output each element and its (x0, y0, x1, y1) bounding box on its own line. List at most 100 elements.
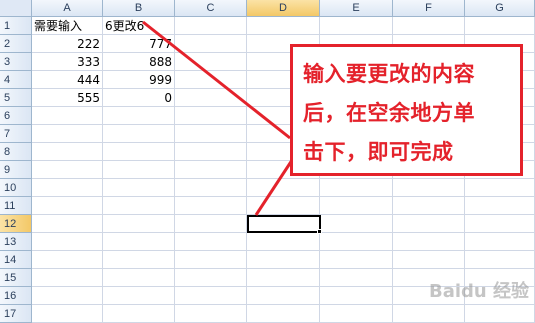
cell-a5[interactable]: 555 (32, 89, 103, 107)
cell[interactable] (103, 305, 175, 323)
cell[interactable] (103, 269, 175, 287)
cell[interactable] (103, 179, 175, 197)
cell-b2[interactable]: 777 (103, 35, 175, 53)
row-header[interactable]: 1 (0, 17, 32, 35)
cell[interactable] (465, 179, 535, 197)
cell[interactable] (103, 233, 175, 251)
cell[interactable] (175, 215, 247, 233)
cell[interactable] (465, 197, 535, 215)
cell-a1[interactable]: 需要输入 (32, 17, 103, 35)
row-header[interactable]: 16 (0, 287, 32, 305)
cell-a2[interactable]: 222 (32, 35, 103, 53)
cell[interactable] (393, 17, 465, 35)
cell[interactable] (175, 287, 247, 305)
cell[interactable] (175, 161, 247, 179)
row-header[interactable]: 2 (0, 35, 32, 53)
row-header[interactable]: 17 (0, 305, 32, 323)
row-header[interactable]: 4 (0, 71, 32, 89)
cell[interactable] (320, 269, 393, 287)
fill-handle[interactable] (317, 229, 322, 234)
cell[interactable] (103, 287, 175, 305)
cell[interactable] (175, 35, 247, 53)
cell[interactable] (32, 197, 103, 215)
cell[interactable] (175, 17, 247, 35)
row-header[interactable]: 14 (0, 251, 32, 269)
cell[interactable] (175, 107, 247, 125)
cell[interactable] (32, 233, 103, 251)
cell[interactable] (393, 251, 465, 269)
cell[interactable] (320, 305, 393, 323)
cell[interactable] (175, 53, 247, 71)
cell-a4[interactable]: 444 (32, 71, 103, 89)
cell-b1[interactable]: 6更改6 (103, 17, 175, 35)
cell[interactable] (465, 305, 535, 323)
row-header[interactable]: 5 (0, 89, 32, 107)
cell[interactable] (103, 251, 175, 269)
cell[interactable] (247, 305, 320, 323)
row-header[interactable]: 3 (0, 53, 32, 71)
cell[interactable] (393, 215, 465, 233)
cell[interactable] (175, 233, 247, 251)
cell[interactable] (175, 71, 247, 89)
cell[interactable] (320, 233, 393, 251)
cell[interactable] (32, 215, 103, 233)
cell[interactable] (247, 269, 320, 287)
cell[interactable] (32, 125, 103, 143)
cell[interactable] (32, 287, 103, 305)
column-header-c[interactable]: C (175, 0, 247, 17)
cell[interactable] (247, 233, 320, 251)
cell[interactable] (465, 215, 535, 233)
column-header-b[interactable]: B (103, 0, 175, 17)
cell[interactable] (175, 89, 247, 107)
cell[interactable] (32, 107, 103, 125)
cell[interactable] (393, 197, 465, 215)
cell[interactable] (32, 143, 103, 161)
cell[interactable] (320, 287, 393, 305)
cell[interactable] (103, 197, 175, 215)
column-header-d[interactable]: D (247, 0, 320, 17)
cell[interactable] (465, 251, 535, 269)
cell[interactable] (32, 269, 103, 287)
column-header-e[interactable]: E (320, 0, 393, 17)
cell[interactable] (247, 179, 320, 197)
select-all-corner[interactable] (0, 0, 32, 17)
cell[interactable] (175, 143, 247, 161)
cell[interactable] (32, 305, 103, 323)
cell-b3[interactable]: 888 (103, 53, 175, 71)
cell[interactable] (103, 143, 175, 161)
cell[interactable] (320, 197, 393, 215)
row-header[interactable]: 13 (0, 233, 32, 251)
cell[interactable] (175, 251, 247, 269)
row-header[interactable]: 15 (0, 269, 32, 287)
cell[interactable] (465, 17, 535, 35)
cell[interactable] (393, 305, 465, 323)
cell[interactable] (393, 233, 465, 251)
cell[interactable] (320, 179, 393, 197)
cell[interactable] (320, 251, 393, 269)
column-header-f[interactable]: F (393, 0, 465, 17)
cell[interactable] (393, 179, 465, 197)
cell[interactable] (175, 179, 247, 197)
cell-a3[interactable]: 333 (32, 53, 103, 71)
row-header[interactable]: 9 (0, 161, 32, 179)
row-header[interactable]: 6 (0, 107, 32, 125)
cell[interactable] (32, 161, 103, 179)
row-header-active[interactable]: 12 (0, 215, 32, 233)
cell[interactable] (103, 125, 175, 143)
cell[interactable] (103, 161, 175, 179)
row-header[interactable]: 7 (0, 125, 32, 143)
cell[interactable] (175, 125, 247, 143)
cell[interactable] (175, 269, 247, 287)
column-header-a[interactable]: A (32, 0, 103, 17)
cell[interactable] (247, 197, 320, 215)
cell[interactable] (103, 215, 175, 233)
cell[interactable] (320, 215, 393, 233)
cell-b5[interactable]: 0 (103, 89, 175, 107)
cell[interactable] (32, 251, 103, 269)
cell[interactable] (175, 197, 247, 215)
cell[interactable] (247, 17, 320, 35)
cell-b4[interactable]: 999 (103, 71, 175, 89)
row-header[interactable]: 10 (0, 179, 32, 197)
cell[interactable] (175, 305, 247, 323)
cell[interactable] (32, 179, 103, 197)
